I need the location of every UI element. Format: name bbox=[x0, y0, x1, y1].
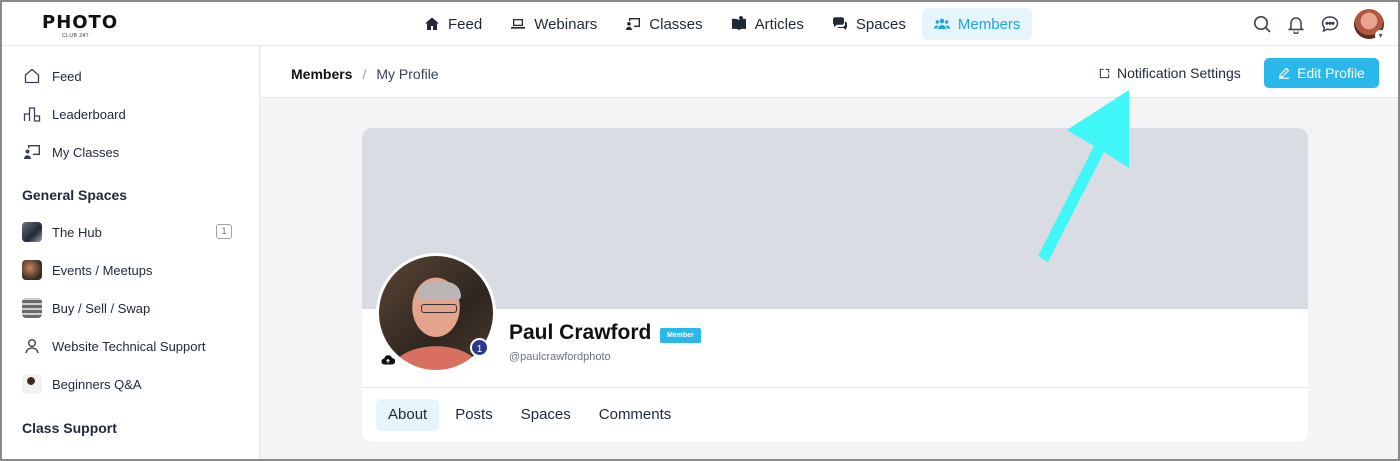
breadcrumb-separator: / bbox=[362, 66, 367, 82]
sidebar-item-label: Beginners Q&A bbox=[52, 376, 142, 392]
unread-count-badge: 1 bbox=[216, 224, 232, 239]
profile-photo-glasses bbox=[421, 304, 457, 313]
notification-settings-label: Notification Settings bbox=[1117, 65, 1241, 81]
messages-icon[interactable] bbox=[1320, 14, 1340, 34]
nav-classes-label: Classes bbox=[649, 15, 703, 33]
top-bar: PHOTO CLUB 247 Feed Webinars Classes Art… bbox=[2, 2, 1398, 46]
top-right-actions: ▾ bbox=[1252, 8, 1386, 41]
sidebar-item-label: Leaderboard bbox=[52, 106, 126, 122]
class-support-heading: Class Support bbox=[22, 420, 117, 436]
breadcrumb: Members / My Profile bbox=[291, 66, 439, 82]
nav-articles-label: Articles bbox=[754, 15, 804, 33]
tab-spaces[interactable]: Spaces bbox=[509, 399, 583, 431]
sidebar-item-website-technical-support[interactable]: Website Technical Support bbox=[22, 334, 232, 358]
edit-profile-label: Edit Profile bbox=[1297, 65, 1365, 81]
person-icon bbox=[25, 339, 39, 354]
tab-posts[interactable]: Posts bbox=[443, 399, 505, 431]
nav-webinars[interactable]: Webinars bbox=[498, 8, 609, 40]
profile-tabs: About Posts Spaces Comments bbox=[376, 399, 683, 431]
sidebar-item-label: Website Technical Support bbox=[52, 338, 206, 354]
annotation-arrow-shape bbox=[1038, 90, 1129, 262]
logo-text: PHOTO bbox=[42, 12, 119, 33]
external-link-icon bbox=[1099, 68, 1110, 78]
sidebar-item-beginners-qa[interactable]: Beginners Q&A bbox=[22, 372, 232, 396]
the-hub-thumbnail bbox=[22, 222, 42, 242]
breadcrumb-members[interactable]: Members bbox=[291, 66, 352, 82]
main-nav: Feed Webinars Classes Articles Spaces Me… bbox=[412, 8, 1033, 40]
tab-comments[interactable]: Comments bbox=[587, 399, 684, 431]
presentation-icon bbox=[626, 18, 641, 30]
nav-spaces-label: Spaces bbox=[855, 15, 906, 33]
home-icon bbox=[425, 17, 439, 30]
cover-photo[interactable] bbox=[362, 128, 1308, 309]
profile-card: 1 Paul Crawford Member @paulcrawfordphot… bbox=[362, 128, 1308, 442]
sidebar-item-label: Feed bbox=[52, 68, 82, 84]
bell-icon[interactable] bbox=[1286, 14, 1306, 34]
nav-classes[interactable]: Classes bbox=[613, 8, 714, 40]
breadcrumb-current: My Profile bbox=[376, 66, 439, 82]
nav-members[interactable]: Members bbox=[921, 8, 1033, 40]
presentation-icon bbox=[24, 145, 40, 159]
general-spaces-heading: General Spaces bbox=[22, 187, 128, 203]
sidebar-item-feed[interactable]: Feed bbox=[22, 64, 232, 88]
photo-club-logo[interactable]: PHOTO CLUB 247 bbox=[40, 10, 118, 40]
sidebar-item-my-classes[interactable]: My Classes bbox=[22, 140, 232, 164]
buy-sell-swap-thumbnail bbox=[22, 298, 42, 318]
nav-articles[interactable]: Articles bbox=[719, 8, 816, 40]
annotation-arrow bbox=[1038, 90, 1129, 262]
sidebar: Feed Leaderboard My Classes General Spac… bbox=[2, 46, 260, 459]
sidebar-item-buy-sell-swap[interactable]: Buy / Sell / Swap bbox=[22, 296, 232, 320]
users-icon bbox=[933, 18, 950, 29]
card-divider bbox=[362, 387, 1308, 388]
search-icon[interactable] bbox=[1252, 14, 1272, 34]
edit-profile-button[interactable]: Edit Profile bbox=[1264, 58, 1379, 88]
chevron-down-icon: ▾ bbox=[1375, 30, 1386, 41]
events-thumbnail bbox=[22, 260, 42, 280]
upload-cloud-icon[interactable] bbox=[381, 354, 395, 366]
tab-about[interactable]: About bbox=[376, 399, 440, 431]
sidebar-item-label: Events / Meetups bbox=[52, 262, 153, 278]
sidebar-item-the-hub[interactable]: The Hub 1 bbox=[22, 220, 232, 244]
sidebar-item-leaderboard[interactable]: Leaderboard bbox=[22, 102, 232, 126]
book-icon bbox=[731, 16, 746, 30]
app-window: PHOTO CLUB 247 Feed Webinars Classes Art… bbox=[0, 0, 1400, 461]
chat-bubbles-icon bbox=[832, 17, 847, 30]
beginners-qa-thumbnail bbox=[22, 374, 42, 394]
sidebar-item-label: My Classes bbox=[52, 144, 120, 160]
nav-feed[interactable]: Feed bbox=[412, 8, 494, 40]
logo-subtext: CLUB 247 bbox=[62, 33, 90, 39]
nav-spaces[interactable]: Spaces bbox=[820, 8, 918, 40]
member-role-badge: Member bbox=[660, 328, 701, 343]
home-icon bbox=[24, 68, 40, 84]
nav-members-label: Members bbox=[957, 15, 1021, 33]
leaderboard-icon bbox=[23, 107, 41, 122]
pencil-icon bbox=[1279, 67, 1290, 79]
notification-settings-link[interactable]: Notification Settings bbox=[1099, 65, 1241, 81]
user-avatar-menu[interactable]: ▾ bbox=[1354, 9, 1386, 41]
profile-photo-hair bbox=[417, 282, 461, 300]
laptop-icon bbox=[511, 19, 526, 29]
nav-webinars-label: Webinars bbox=[534, 15, 598, 33]
nav-feed-label: Feed bbox=[448, 15, 483, 33]
level-badge: 1 bbox=[470, 338, 489, 357]
sidebar-item-label: The Hub bbox=[52, 224, 102, 240]
profile-name: Paul Crawford bbox=[509, 321, 652, 344]
sidebar-item-events-meetups[interactable]: Events / Meetups bbox=[22, 258, 232, 282]
sidebar-item-label: Buy / Sell / Swap bbox=[52, 300, 151, 316]
page-header: Members / My Profile Notification Settin… bbox=[261, 46, 1398, 98]
profile-handle: @paulcrawfordphoto bbox=[509, 351, 611, 363]
